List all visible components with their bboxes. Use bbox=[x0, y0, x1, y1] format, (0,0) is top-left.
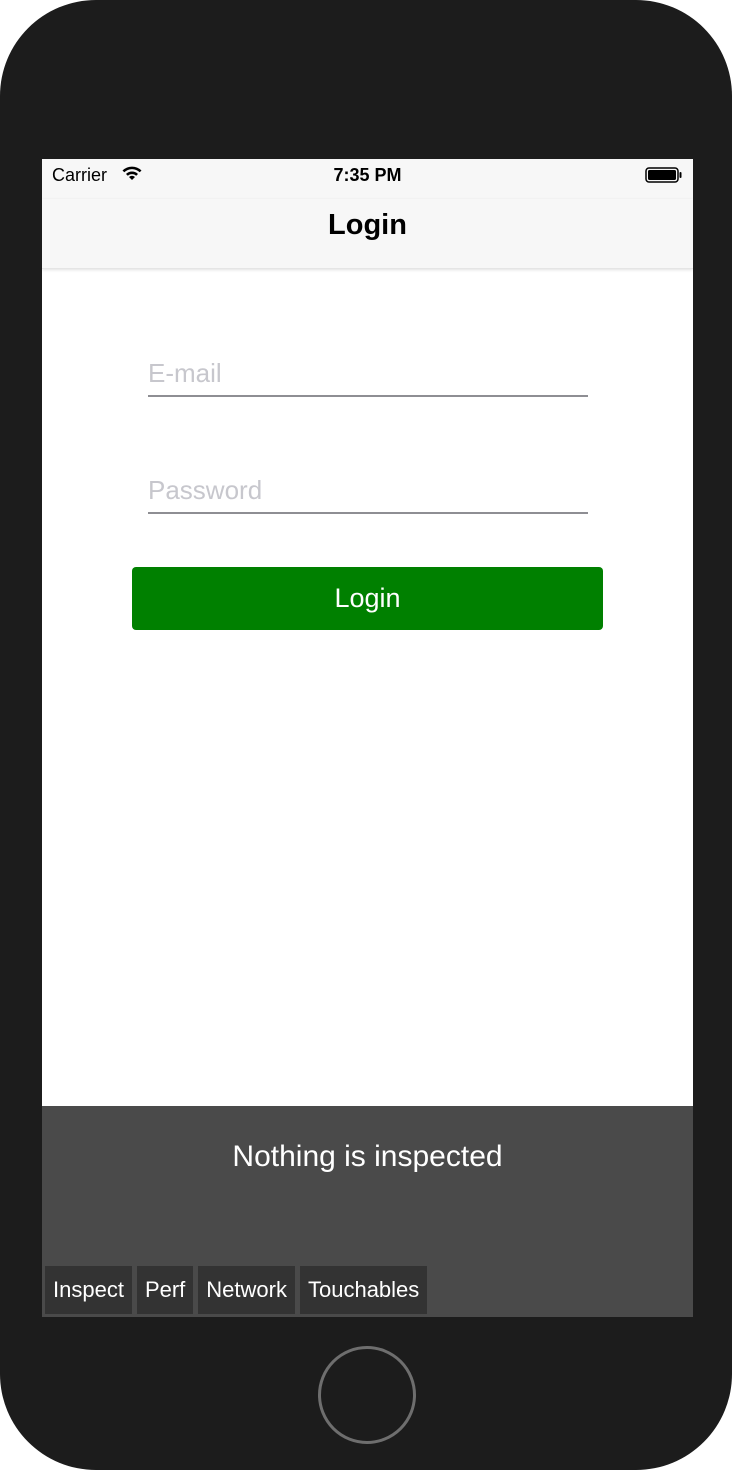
tab-inspect[interactable]: Inspect bbox=[45, 1266, 132, 1314]
inspector-message: Nothing is inspected bbox=[232, 1140, 503, 1173]
tab-network[interactable]: Network bbox=[198, 1266, 295, 1314]
phone-frame: Carrier 7:35 PM Login E-mail Login Nothi… bbox=[0, 0, 732, 1470]
home-button[interactable] bbox=[318, 1346, 416, 1444]
page-title: Login bbox=[328, 209, 407, 241]
password-field bbox=[148, 460, 588, 514]
tab-perf[interactable]: Perf bbox=[136, 1266, 194, 1314]
password-input[interactable] bbox=[148, 475, 588, 506]
app-screen: Carrier 7:35 PM Login E-mail Login Nothi… bbox=[42, 159, 693, 1317]
inspector-tab-bar: Inspect Perf Network Touchables bbox=[45, 1266, 428, 1314]
tab-touchables[interactable]: Touchables bbox=[299, 1266, 428, 1314]
navigation-bar: Login bbox=[42, 199, 693, 269]
clock-time: 7:35 PM bbox=[333, 165, 402, 185]
inspector-panel: Nothing is inspected Inspect Perf Networ… bbox=[42, 1106, 693, 1317]
email-input[interactable] bbox=[148, 358, 588, 389]
login-button[interactable]: Login bbox=[132, 567, 603, 630]
status-bar: Carrier 7:35 PM bbox=[42, 159, 693, 199]
email-field bbox=[148, 343, 588, 397]
battery-full-icon bbox=[645, 167, 683, 183]
